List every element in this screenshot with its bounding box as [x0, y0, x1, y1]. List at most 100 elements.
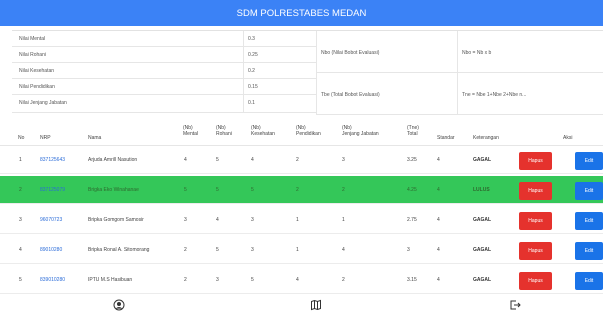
formula-value: Nbo = Nb x b — [462, 50, 492, 56]
formula-row: Tbe (Total Bobot Evaluasi) Tne = Nbe 1+N… — [316, 73, 603, 115]
cell-standar: 4 — [437, 187, 440, 193]
weight-value: 0.1 — [248, 100, 255, 106]
col-header-mental-line2: Mental — [183, 131, 199, 137]
table-header: No NRP Nama (Nb) Mental (Nb) Rohani (Nb)… — [0, 118, 603, 146]
cell-pendidikan: 2 — [296, 187, 299, 193]
delete-button[interactable]: Hapus — [519, 152, 552, 170]
edit-button[interactable]: Edit — [575, 182, 603, 200]
col-header-pendidikan: (Nb) Pendidikan — [296, 125, 321, 137]
cell-pendidikan: 2 — [296, 157, 299, 163]
cell-total: 3.25 — [407, 157, 417, 163]
cell-total: 4.25 — [407, 187, 417, 193]
table-row: 5 839010280 IPTU M.S Hasibuan 2 3 5 4 2 3.15 4 GAG… — [0, 266, 603, 294]
cell-keterangan: GAGAL — [473, 277, 492, 283]
cell-nrp[interactable]: 96070723 — [40, 217, 62, 223]
formula-divider — [457, 31, 458, 72]
col-header-total-line2: Total — [407, 131, 418, 137]
cell-pendidikan: 1 — [296, 217, 299, 223]
weight-row: Nilai Rohani 0.25 — [12, 47, 316, 63]
delete-button[interactable]: Hapus — [519, 242, 552, 260]
edit-button[interactable]: Edit — [575, 152, 603, 170]
cell-jabatan: 2 — [342, 277, 345, 283]
cell-nama: IPTU M.S Hasibuan — [88, 277, 133, 283]
cell-nrp[interactable]: 837125643 — [40, 157, 65, 163]
weight-row: Nilai Mental 0.3 — [12, 31, 316, 47]
weight-divider — [243, 95, 244, 112]
cell-total: 3 — [407, 247, 410, 253]
cell-keterangan: LULUS — [473, 187, 490, 193]
weight-row: Nilai Pendidikan 0.15 — [12, 79, 316, 95]
delete-button[interactable]: Hapus — [519, 182, 552, 200]
cell-standar: 4 — [437, 217, 440, 223]
cell-nrp[interactable]: 89010280 — [40, 247, 62, 253]
cell-nama: Arjuda Amrill Nasution — [88, 157, 138, 163]
cell-rohani: 5 — [216, 187, 219, 193]
edit-button[interactable]: Edit — [575, 242, 603, 260]
weight-divider — [243, 63, 244, 78]
col-header-jabatan: (Nb) Jenjang Jabatan — [342, 125, 379, 137]
app-header: SDM POLRESTABES MEDAN — [0, 0, 603, 26]
page-title: SDM POLRESTABES MEDAN — [236, 7, 367, 19]
weight-label: Nilai Kesehatan — [19, 68, 55, 74]
weight-divider — [243, 47, 244, 62]
edit-button[interactable]: Edit — [575, 272, 603, 290]
col-header-kesehatan-line2: Kesehatan — [251, 131, 275, 137]
weight-label: Nilai Rohani — [19, 52, 46, 58]
formula-divider — [457, 73, 458, 114]
col-header-mental: (Nb) Mental — [183, 125, 198, 137]
cell-no: 3 — [19, 217, 22, 223]
cell-rohani: 5 — [216, 247, 219, 253]
weight-row: Nilai Kesehatan 0.2 — [12, 63, 316, 79]
weights-panel: Nilai Mental 0.3 Nilai Rohani 0.25 Nilai… — [12, 30, 603, 115]
cell-kesehatan: 4 — [251, 157, 254, 163]
cell-kesehatan: 3 — [251, 247, 254, 253]
cell-standar: 4 — [437, 277, 440, 283]
cell-pendidikan: 4 — [296, 277, 299, 283]
col-header-total: (Tne) Total — [407, 125, 419, 137]
col-header-jabatan-line2: Jenjang Jabatan — [342, 131, 379, 137]
cell-mental: 2 — [184, 277, 187, 283]
cell-mental: 2 — [184, 247, 187, 253]
bottom-nav — [0, 296, 603, 314]
edit-button[interactable]: Edit — [575, 212, 603, 230]
table-row: 1 837125643 Arjuda Amrill Nasution 4 5 4 2 3 3.2… — [0, 146, 603, 174]
weight-label: Nilai Jenjang Jabatan — [19, 100, 67, 106]
cell-no: 1 — [19, 157, 22, 163]
weight-divider — [243, 31, 244, 46]
cell-keterangan: GAGAL — [473, 157, 492, 163]
cell-jabatan: 3 — [342, 157, 345, 163]
table-row: 2 837125079 Brigka Eko Winahanae 5 5 5 2 2 4.25 4… — [0, 176, 603, 204]
cell-mental: 5 — [184, 187, 187, 193]
formula-value: Tne = Nbe 1+Nbe 2+Nbe n... — [462, 92, 527, 98]
col-header-aksi: Aksi — [563, 135, 573, 141]
weight-value: 0.25 — [248, 52, 258, 58]
weight-label: Nilai Pendidikan — [19, 84, 55, 90]
cell-standar: 4 — [437, 157, 440, 163]
cell-nrp[interactable]: 837125079 — [40, 187, 65, 193]
cell-kesehatan: 5 — [251, 277, 254, 283]
cell-no: 2 — [19, 187, 22, 193]
weight-divider — [243, 79, 244, 94]
col-header-nama: Nama — [88, 135, 102, 141]
table-row: 4 89010280 Bripka Ronal A. Sitomorang 2 5 3 1 4… — [0, 236, 603, 264]
cell-nrp[interactable]: 839010280 — [40, 277, 65, 283]
delete-button[interactable]: Hapus — [519, 272, 552, 290]
cell-standar: 4 — [437, 247, 440, 253]
cell-rohani: 5 — [216, 157, 219, 163]
delete-button[interactable]: Hapus — [519, 212, 552, 230]
user-icon[interactable] — [113, 298, 125, 311]
cell-no: 4 — [19, 247, 22, 253]
logout-icon[interactable] — [509, 298, 521, 310]
weight-value: 0.3 — [248, 36, 255, 42]
weight-value: 0.2 — [248, 68, 255, 74]
cell-no: 5 — [19, 277, 22, 283]
col-header-kesehatan: (Nb) Kesehatan — [251, 125, 275, 137]
cell-mental: 4 — [184, 157, 187, 163]
col-header-nrp: NRP — [40, 135, 51, 141]
cell-nama: Bripka Gomgom Samosir — [88, 217, 144, 223]
map-icon[interactable] — [310, 298, 322, 311]
cell-kesehatan: 3 — [251, 217, 254, 223]
formula-label: Tbe (Total Bobot Evaluasi) — [321, 92, 380, 98]
cell-keterangan: GAGAL — [473, 217, 492, 223]
cell-rohani: 3 — [216, 277, 219, 283]
